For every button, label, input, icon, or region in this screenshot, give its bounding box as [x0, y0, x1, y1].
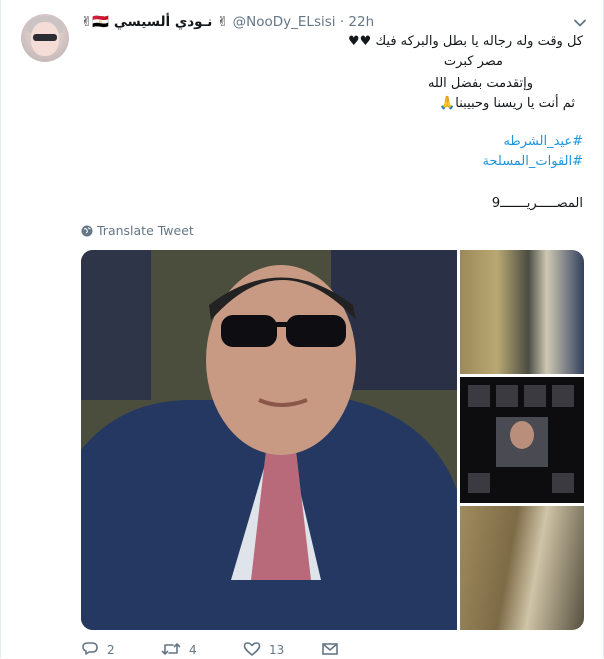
like-count: 13 [269, 643, 285, 657]
translate-tweet-link[interactable]: Translate Tweet [81, 222, 194, 240]
tweet-header: ✌🇪🇬 نـودي ألسيسي ✌ @NooDy_ELsisi · 22h [81, 12, 521, 32]
user-handle[interactable]: @NooDy_ELsisi [233, 14, 336, 30]
timestamp[interactable]: 22h [348, 14, 374, 30]
retweet-icon [161, 643, 181, 655]
mail-icon [322, 643, 338, 655]
hashtag-link[interactable]: #القوات_المسلحة [81, 152, 583, 172]
media-grid [81, 250, 584, 630]
retweet-button[interactable]: 4 [161, 640, 197, 658]
reply-count: 2 [107, 643, 115, 657]
tweet-text-line-4: ثم أنت يا ريسنا وحبيبنا🙏 [439, 96, 575, 111]
tweet-text-line-2: مصر كبرت [443, 54, 503, 69]
main-photo[interactable] [81, 250, 457, 630]
heart-icon [243, 642, 261, 656]
thumbnail-photo[interactable] [460, 506, 584, 630]
retweet-count: 4 [189, 643, 197, 657]
avatar[interactable] [21, 14, 69, 62]
reply-button[interactable]: 2 [81, 640, 115, 658]
reply-icon [82, 642, 98, 655]
tweet-card[interactable]: ✌🇪🇬 نـودي ألسيسي ✌ @NooDy_ELsisi · 22h ك… [0, 0, 604, 658]
tweet-actions: 2 4 13 [81, 640, 381, 658]
like-button[interactable]: 13 [243, 640, 284, 658]
separator-dot: · [339, 14, 345, 30]
thumbnail-photo[interactable] [460, 377, 584, 503]
caret-down-icon[interactable] [573, 16, 587, 30]
translate-label: Translate Tweet [97, 223, 194, 238]
tweet-text-line-1: كل وقت وله رجاله يا بطل والبركه فيك ♥♥ [348, 34, 583, 49]
thumbnail-photo[interactable] [460, 250, 584, 374]
collage-illustration [468, 385, 574, 493]
hashtag-link[interactable]: #عيد_الشرطه [81, 132, 583, 152]
avatar-glasses [33, 34, 57, 41]
direct-message-button[interactable] [321, 640, 347, 658]
photo-illustration [81, 250, 457, 630]
tweet-signature: المصـــــريـــــــ9 [491, 196, 583, 211]
globe-icon [81, 225, 93, 237]
tweet-text-line-3: وإتقدمت بفضل الله [427, 76, 533, 91]
display-name[interactable]: ✌🇪🇬 نـودي ألسيسي ✌ [81, 14, 228, 30]
